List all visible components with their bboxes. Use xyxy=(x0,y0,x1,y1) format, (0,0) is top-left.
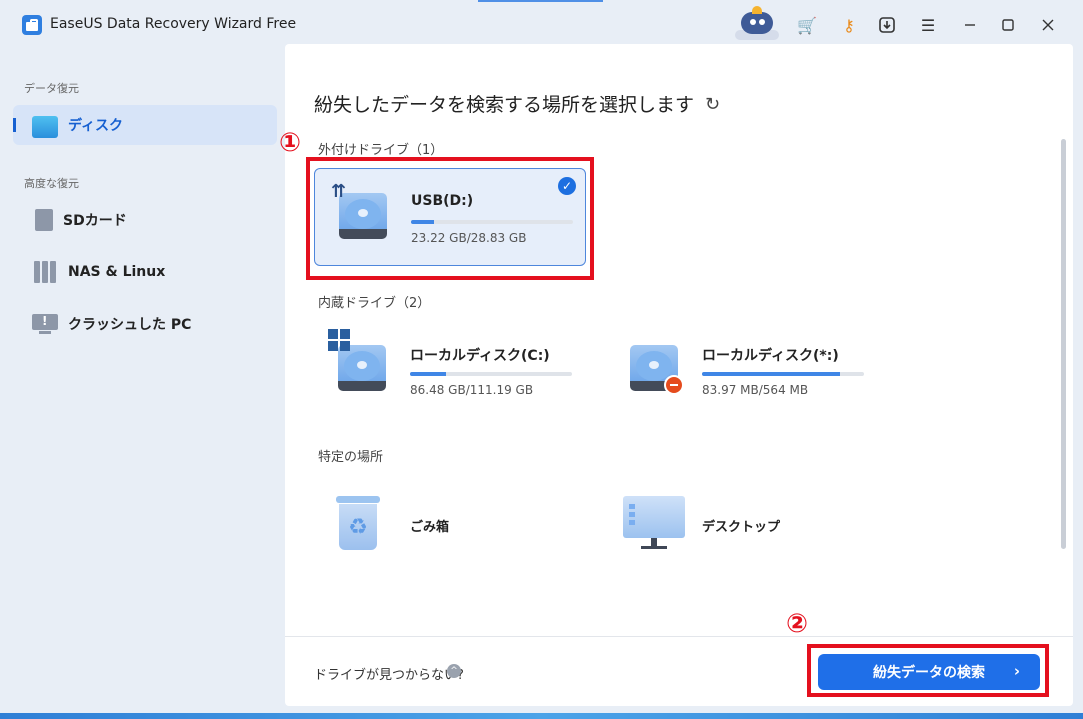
minimize-icon[interactable] xyxy=(957,12,983,38)
drive-card-unknown[interactable]: ローカルディスク(*:) 83.97 MB/564 MB xyxy=(606,321,878,419)
minus-badge-icon xyxy=(664,375,684,395)
drive-name: ローカルディスク(C:) xyxy=(410,348,550,364)
download-icon[interactable] xyxy=(874,12,900,38)
refresh-icon[interactable]: ↻ xyxy=(705,94,720,115)
drive-not-found-link[interactable]: ドライブが見つからない? xyxy=(314,664,464,683)
menu-icon[interactable]: ☰ xyxy=(915,12,941,38)
external-drives-label: 外付けドライブ（1） xyxy=(318,143,444,158)
step-1-marker: ① xyxy=(279,128,302,158)
page-title: 紛失したデータを検索する場所を選択します xyxy=(314,94,695,116)
drive-name: ローカルディスク(*:) xyxy=(702,348,839,364)
scrollbar[interactable] xyxy=(1061,139,1066,549)
app-logo-icon xyxy=(22,15,42,35)
title-bar: EaseUS Data Recovery Wizard Free 🛒 ⚷ ☰ xyxy=(0,0,1083,50)
windows-drive-icon xyxy=(328,329,388,395)
sidebar: データ復元 ディスク 高度な復元 SDカード NAS & Linux クラッシュ… xyxy=(0,50,285,713)
robot-assistant-icon[interactable] xyxy=(735,6,779,40)
disk-icon xyxy=(32,116,58,138)
drive-size: 86.48 GB/111.19 GB xyxy=(410,383,534,397)
sidebar-section-advanced: 高度な復元 xyxy=(24,177,79,190)
crashed-pc-icon xyxy=(32,314,58,334)
sidebar-section-data-recovery: データ復元 xyxy=(24,82,79,95)
taskbar-strip xyxy=(0,713,1083,719)
sidebar-item-label: NAS & Linux xyxy=(68,264,166,280)
place-desktop[interactable]: デスクトップ xyxy=(609,488,869,558)
place-label: デスクトップ xyxy=(702,520,781,535)
step-1-highlight-box xyxy=(306,157,594,280)
nas-icon xyxy=(32,261,58,283)
step-2-marker: ② xyxy=(786,609,809,639)
expand-help-icon[interactable]: ^ xyxy=(447,664,461,678)
sidebar-item-label: ディスク xyxy=(68,118,124,134)
unmounted-drive-icon xyxy=(628,339,684,395)
specific-location-label: 特定の場所 xyxy=(318,450,384,465)
desktop-icon xyxy=(623,496,685,550)
drive-size: 83.97 MB/564 MB xyxy=(702,383,809,397)
key-icon[interactable]: ⚷ xyxy=(836,12,862,38)
drive-usage-bar xyxy=(410,372,572,376)
internal-drives-label: 内蔵ドライブ（2） xyxy=(318,296,431,311)
sidebar-item-label: SDカード xyxy=(63,213,127,229)
sidebar-item-nas-linux[interactable]: NAS & Linux xyxy=(13,252,277,292)
app-title: EaseUS Data Recovery Wizard Free xyxy=(50,16,297,32)
sd-card-icon xyxy=(35,209,53,231)
footer-divider xyxy=(285,636,1073,637)
main-panel: 紛失したデータを検索する場所を選択します ↻ 外付けドライブ（1） ⇈ USB(… xyxy=(285,44,1073,706)
sidebar-item-label: クラッシュした PC xyxy=(68,317,192,333)
drive-card-c[interactable]: ローカルディスク(C:) 86.48 GB/111.19 GB xyxy=(314,321,586,419)
place-label: ごみ箱 xyxy=(410,520,450,535)
sidebar-item-crashed-pc[interactable]: クラッシュした PC xyxy=(13,304,277,344)
place-recycle-bin[interactable]: ♻ ごみ箱 xyxy=(314,488,574,558)
cart-icon[interactable]: 🛒 xyxy=(794,12,820,38)
maximize-icon[interactable] xyxy=(995,12,1021,38)
step-2-highlight-box xyxy=(807,644,1049,697)
close-icon[interactable] xyxy=(1035,12,1061,38)
app-window: EaseUS Data Recovery Wizard Free 🛒 ⚷ ☰ デ… xyxy=(0,0,1083,713)
drive-usage-bar xyxy=(702,372,864,376)
sidebar-item-disk[interactable]: ディスク xyxy=(13,105,277,145)
sidebar-item-sd-card[interactable]: SDカード xyxy=(13,200,277,240)
recycle-bin-icon: ♻ xyxy=(336,496,380,550)
